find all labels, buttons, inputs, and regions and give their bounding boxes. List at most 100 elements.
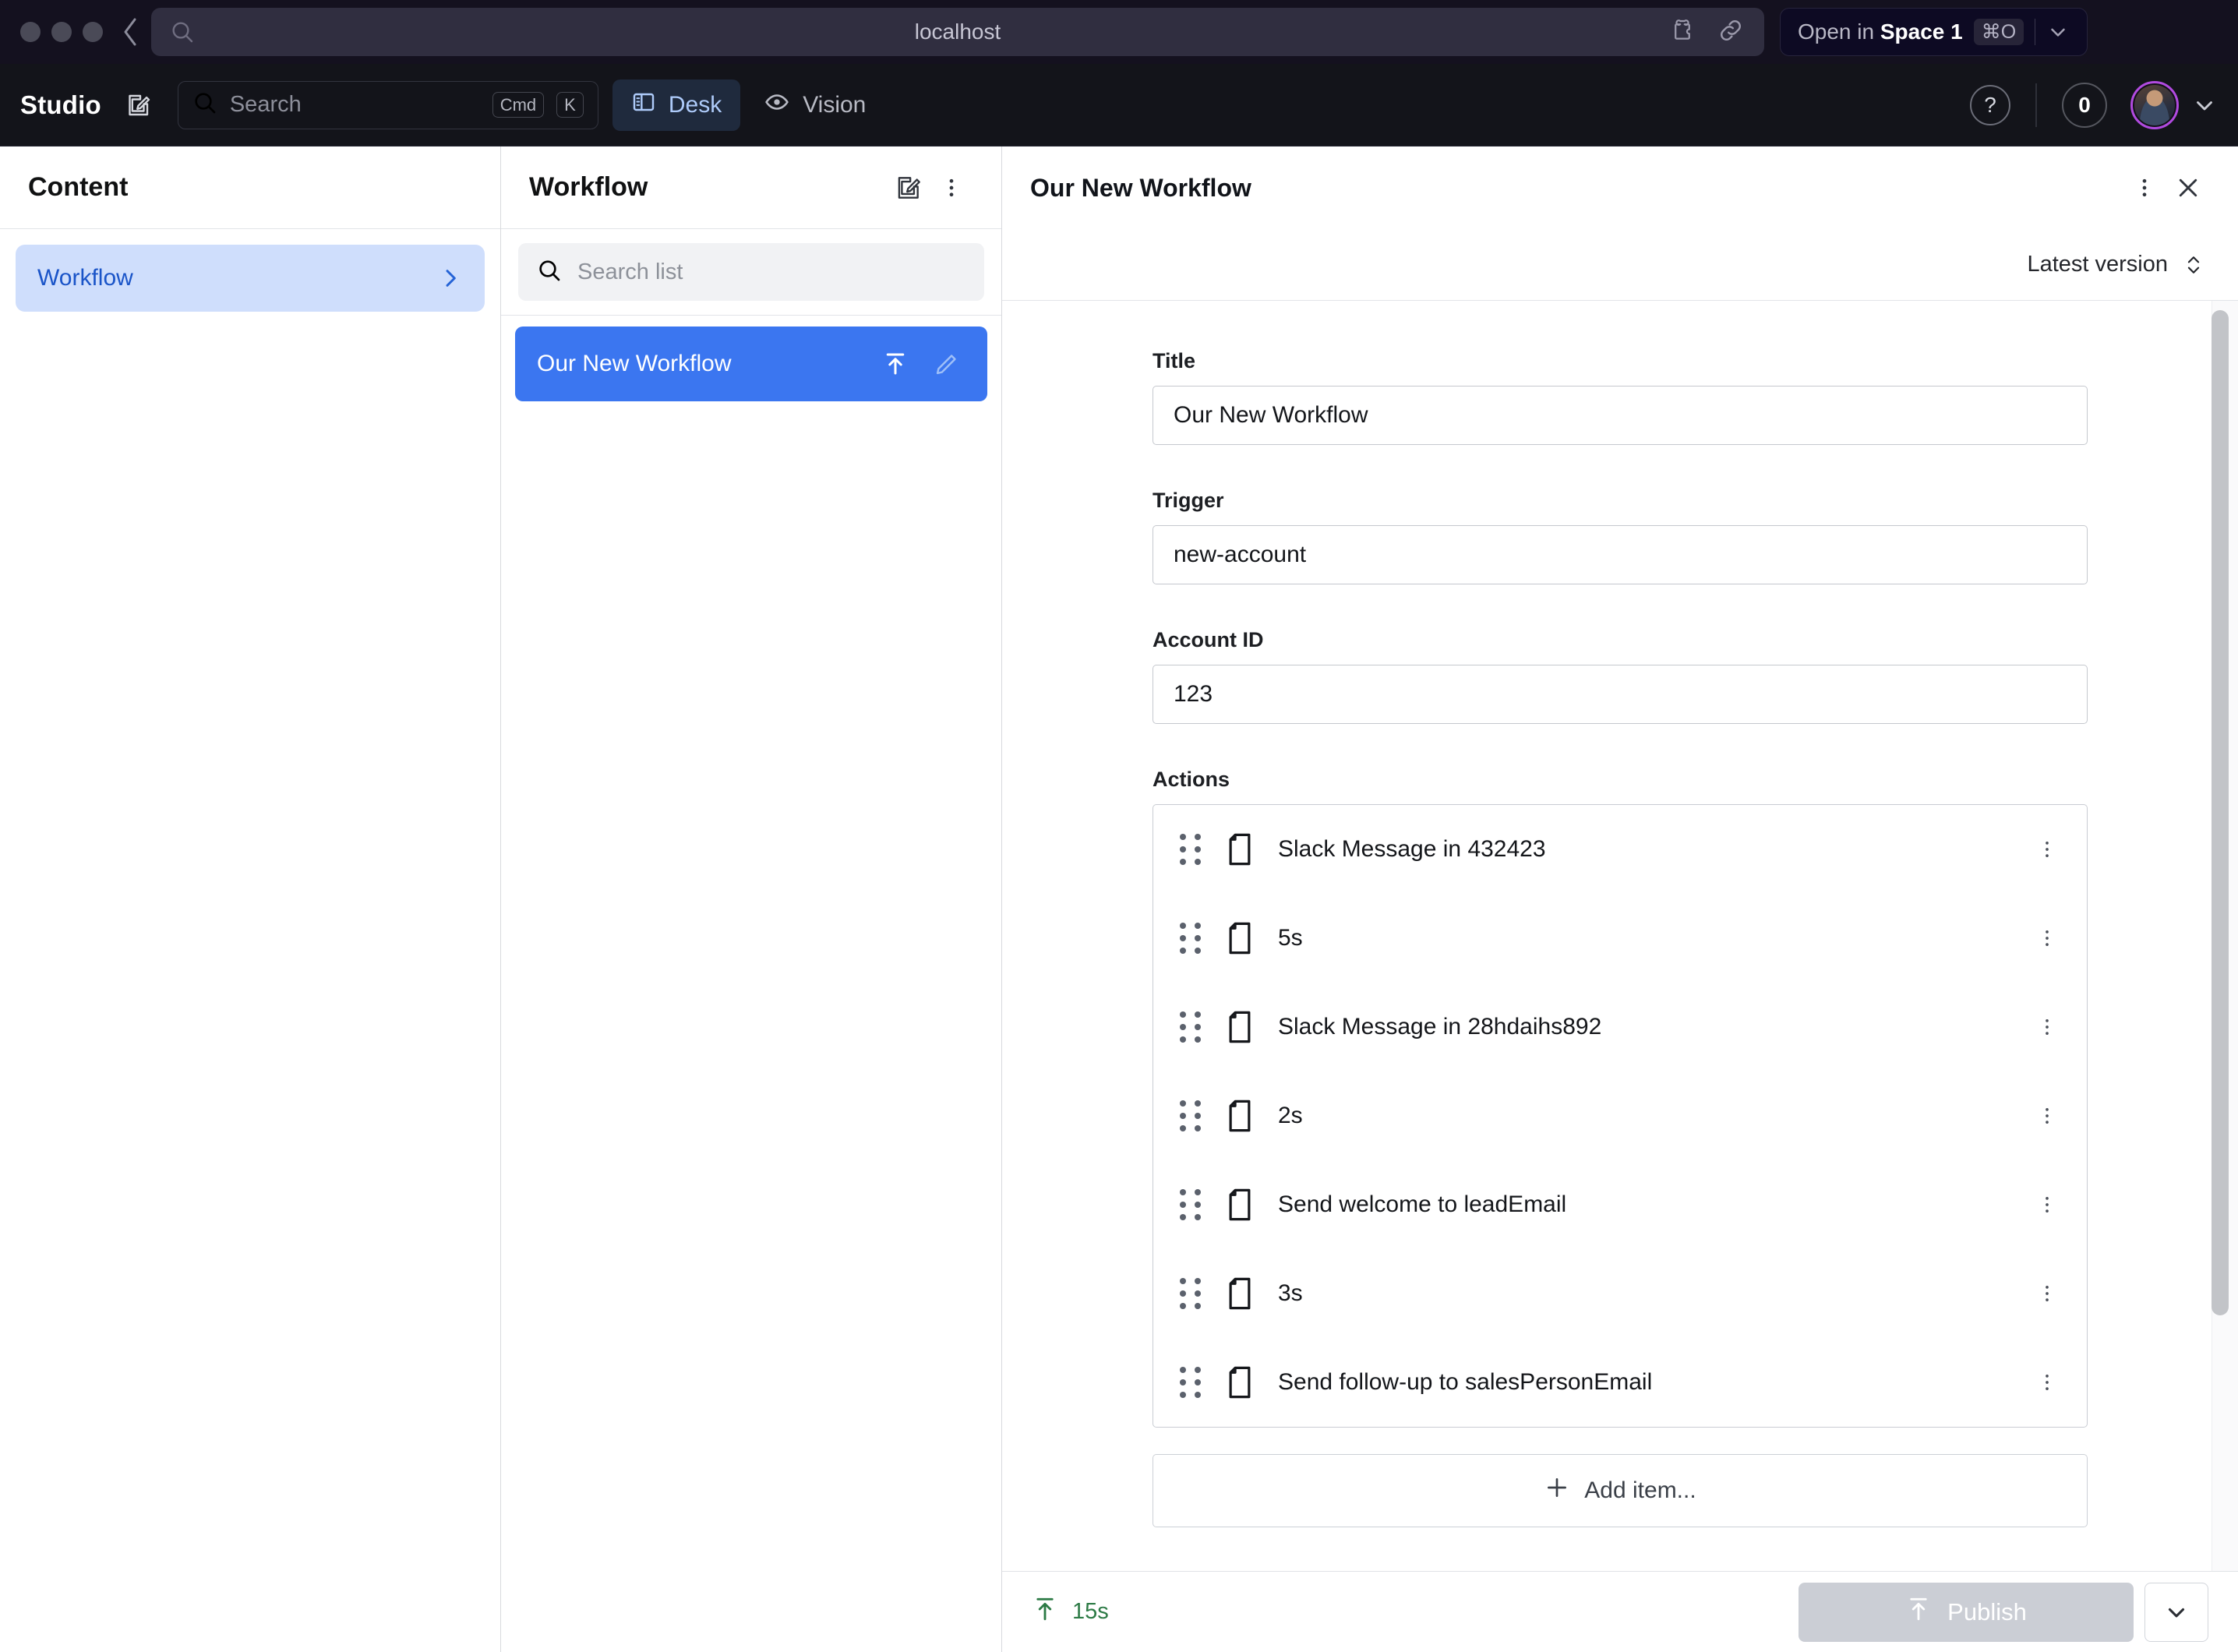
- tab-vision-label: Vision: [803, 92, 866, 118]
- panel-layout-icon: [631, 90, 656, 121]
- search-list-input[interactable]: Search list: [518, 243, 984, 301]
- list-item-label: Our New Workflow: [537, 351, 863, 377]
- link-icon[interactable]: [1717, 17, 1744, 48]
- drag-handle-icon[interactable]: [1180, 1011, 1202, 1043]
- action-row[interactable]: 3s: [1153, 1249, 2087, 1338]
- action-row[interactable]: Send welcome to leadEmail: [1153, 1160, 2087, 1249]
- field-trigger: Trigger new-account: [1153, 489, 2088, 584]
- search-input[interactable]: Search Cmd K: [178, 81, 598, 129]
- publish-time-label: 15s: [1072, 1599, 1109, 1625]
- workflow-list: Our New Workflow: [501, 316, 1001, 412]
- chevron-up-down-icon[interactable]: [2182, 252, 2205, 278]
- compose-icon[interactable]: [115, 83, 161, 128]
- list-pane: Workflow Search list Our New Workflow: [501, 146, 1002, 1652]
- document-footer: 15s Publish: [1002, 1571, 2238, 1652]
- studio-header: Studio Search Cmd K Desk Vision ? 0: [0, 64, 2238, 146]
- compose-icon[interactable]: [886, 166, 930, 210]
- page-title: Content: [28, 172, 128, 203]
- more-vertical-icon[interactable]: [930, 166, 973, 210]
- account-id-input[interactable]: 123: [1153, 665, 2088, 724]
- tab-vision[interactable]: Vision: [745, 79, 884, 131]
- more-vertical-icon[interactable]: [2037, 1283, 2060, 1304]
- avatar[interactable]: [2130, 81, 2179, 129]
- browser-address-bar[interactable]: localhost: [151, 8, 1764, 56]
- status-badge[interactable]: 0: [2062, 83, 2107, 128]
- drag-handle-icon[interactable]: [1180, 923, 1202, 954]
- more-vertical-icon[interactable]: [2037, 839, 2060, 860]
- action-label: Send follow-up to salesPersonEmail: [1278, 1369, 2014, 1396]
- more-vertical-icon[interactable]: [2037, 928, 2060, 948]
- sidebar-item-workflow[interactable]: Workflow: [16, 245, 485, 312]
- publish-arrow-icon: [1032, 1594, 1058, 1630]
- more-vertical-icon[interactable]: [2037, 1372, 2060, 1393]
- open-in-space-button[interactable]: Open in Space 1 ⌘O: [1780, 8, 2088, 56]
- action-row[interactable]: Slack Message in 28hdaihs892: [1153, 983, 2087, 1071]
- window-traffic-lights[interactable]: [20, 22, 103, 42]
- document-scrollbar[interactable]: [2212, 310, 2229, 1562]
- drag-handle-icon[interactable]: [1180, 1367, 1202, 1398]
- list-item[interactable]: Our New Workflow: [515, 327, 987, 401]
- field-label: Title: [1153, 349, 2088, 373]
- title-input[interactable]: Our New Workflow: [1153, 386, 2088, 445]
- open-in-space-label: Open in Space 1: [1798, 19, 1963, 44]
- close-icon[interactable]: [2166, 166, 2210, 210]
- search-list-placeholder: Search list: [577, 259, 683, 285]
- puzzle-piece-icon[interactable]: [1669, 17, 1696, 48]
- publish-menu-button[interactable]: [2144, 1583, 2208, 1642]
- more-vertical-icon[interactable]: [2037, 1017, 2060, 1037]
- tab-desk-label: Desk: [669, 92, 722, 118]
- sidebar-item-label: Workflow: [37, 265, 133, 291]
- publish-button-label: Publish: [1947, 1598, 2027, 1626]
- action-label: 3s: [1278, 1280, 2014, 1307]
- action-row[interactable]: Send follow-up to salesPersonEmail: [1153, 1338, 2087, 1427]
- publish-button[interactable]: Publish: [1799, 1583, 2134, 1642]
- window-maximize-button[interactable]: [83, 22, 103, 42]
- field-label: Account ID: [1153, 628, 2088, 652]
- publish-arrow-icon[interactable]: [877, 345, 914, 383]
- action-label: Send welcome to leadEmail: [1278, 1191, 2014, 1218]
- header-right-actions: ? 0: [1970, 81, 2218, 129]
- window-close-button[interactable]: [20, 22, 41, 42]
- content-pane-header: Content: [0, 146, 500, 229]
- window-minimize-button[interactable]: [51, 22, 72, 42]
- action-label: 5s: [1278, 925, 2014, 951]
- nav-tabs: Desk Vision: [612, 79, 885, 131]
- more-vertical-icon[interactable]: [2037, 1195, 2060, 1215]
- scrollbar-thumb[interactable]: [2212, 310, 2229, 1315]
- content-pane-list: Workflow: [0, 229, 500, 327]
- document-form: Title Our New Workflow Trigger new-accou…: [1153, 301, 2088, 1571]
- divider: [2035, 83, 2037, 127]
- drag-handle-icon[interactable]: [1180, 834, 1202, 865]
- drag-handle-icon[interactable]: [1180, 1100, 1202, 1131]
- action-label: Slack Message in 28hdaihs892: [1278, 1014, 2014, 1040]
- field-actions: Actions Slack Message in 432423: [1153, 768, 2088, 1527]
- pencil-icon[interactable]: [928, 345, 965, 383]
- action-row[interactable]: 2s: [1153, 1071, 2087, 1160]
- document-file-icon: [1225, 1365, 1255, 1400]
- action-row[interactable]: Slack Message in 432423: [1153, 805, 2087, 894]
- tab-desk[interactable]: Desk: [612, 79, 740, 131]
- chevron-down-icon[interactable]: [2046, 20, 2070, 44]
- browser-back-button[interactable]: [115, 16, 146, 48]
- more-vertical-icon[interactable]: [2037, 1106, 2060, 1126]
- chevron-down-icon[interactable]: [2191, 92, 2218, 118]
- actions-label: Actions: [1153, 768, 2088, 792]
- space-shortcut-kbd: ⌘O: [1974, 19, 2024, 45]
- search-icon: [170, 19, 195, 44]
- drag-handle-icon[interactable]: [1180, 1189, 1202, 1220]
- content-pane: Content Workflow: [0, 146, 501, 1652]
- help-icon[interactable]: ?: [1970, 85, 2010, 125]
- field-title: Title Our New Workflow: [1153, 349, 2088, 445]
- drag-handle-icon[interactable]: [1180, 1278, 1202, 1309]
- version-label[interactable]: Latest version: [2027, 252, 2168, 277]
- add-item-button[interactable]: Add item...: [1153, 1454, 2088, 1527]
- studio-logo[interactable]: Studio: [20, 90, 101, 120]
- document-file-icon: [1225, 1010, 1255, 1044]
- more-vertical-icon[interactable]: [2123, 166, 2166, 210]
- add-item-label: Add item...: [1584, 1477, 1696, 1504]
- document-file-icon: [1225, 1188, 1255, 1222]
- action-row[interactable]: 5s: [1153, 894, 2087, 983]
- action-label: Slack Message in 432423: [1278, 836, 2014, 863]
- document-header: Our New Workflow: [1002, 146, 2238, 229]
- trigger-input[interactable]: new-account: [1153, 525, 2088, 584]
